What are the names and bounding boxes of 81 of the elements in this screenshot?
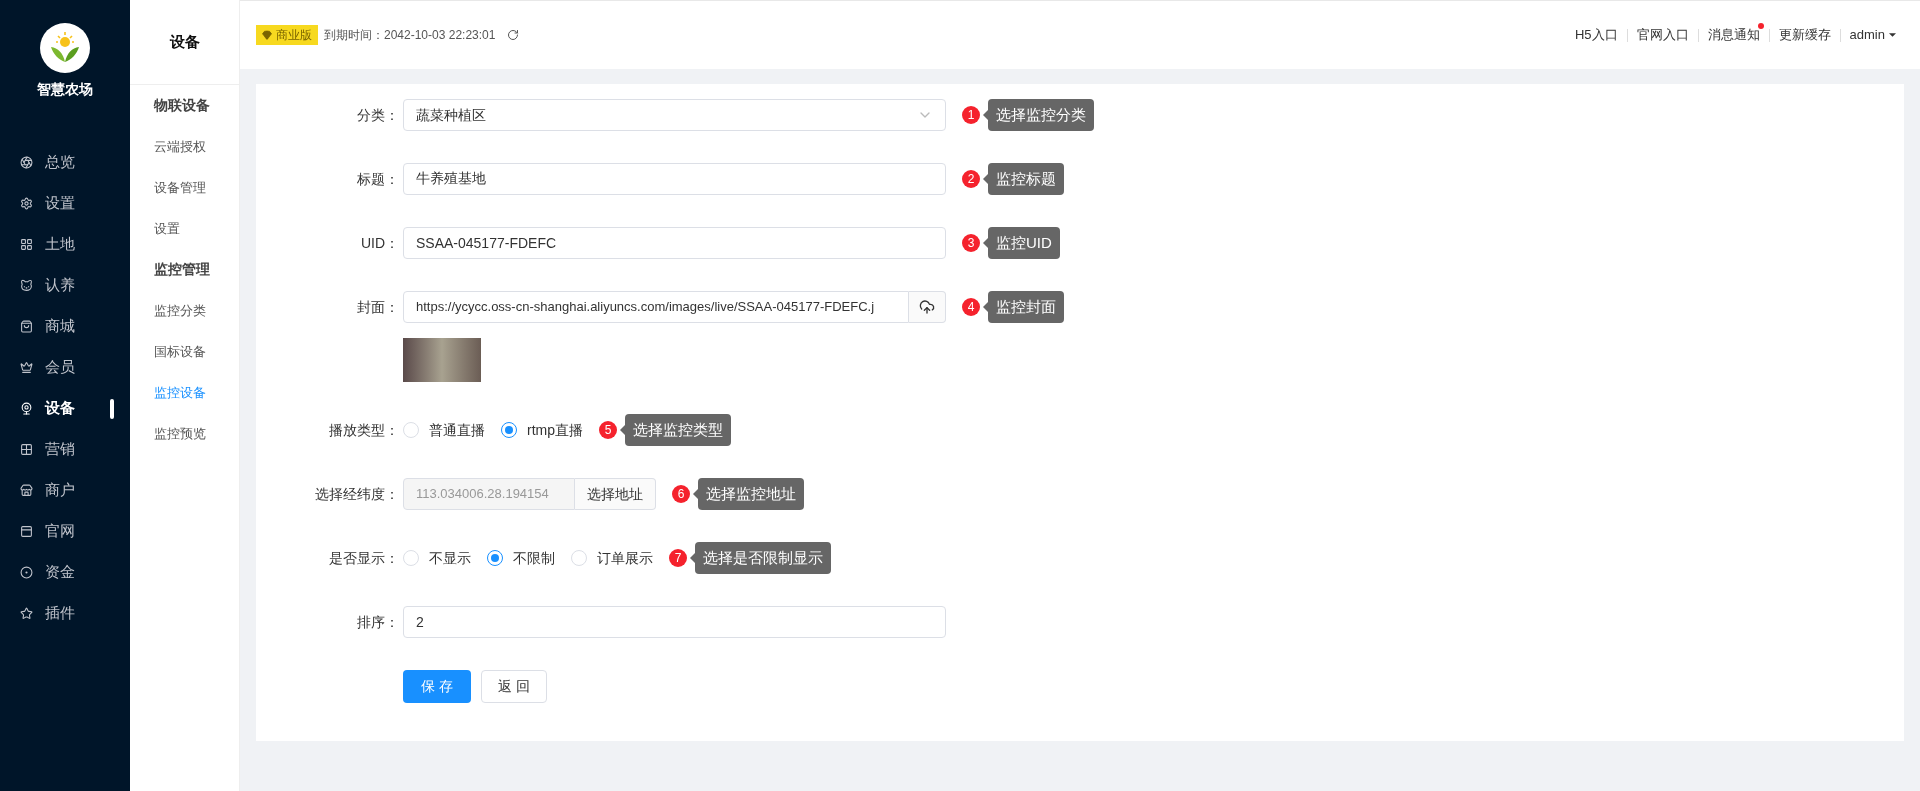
image-url-field[interactable]: https://ycycc.oss-cn-shanghai.aliyuncs.com/images/live/SSAA-045177-FDEFC.j bbox=[403, 291, 909, 323]
menu-group-title: 物联设备 bbox=[152, 96, 211, 115]
cloud-upload-icon bbox=[919, 299, 935, 315]
nav-item[interactable]: 资金 bbox=[0, 552, 130, 593]
nav-icon bbox=[20, 607, 33, 620]
nav-icon bbox=[20, 197, 33, 210]
sub-sidebar-title: 设备 bbox=[169, 31, 200, 52]
field-label: 是否显示： bbox=[328, 548, 400, 568]
step-number-badge: 7 bbox=[669, 549, 687, 567]
step-number-badge: 3 bbox=[962, 234, 980, 252]
nav-item[interactable]: 认养 bbox=[0, 265, 130, 306]
step-number-badge: 4 bbox=[962, 298, 980, 316]
step-number-badge: 1 bbox=[962, 106, 980, 124]
submenu-item[interactable]: 设备管理 bbox=[130, 167, 239, 208]
radio-option[interactable]: 不限制 bbox=[487, 547, 555, 569]
radio-option[interactable]: 普通直播 bbox=[403, 419, 485, 441]
diamond-icon bbox=[262, 30, 272, 40]
hint-tooltip: 选择监控类型 bbox=[625, 414, 731, 446]
brand-name: 智慧农场 bbox=[37, 80, 93, 99]
field-label: 选择经纬度： bbox=[314, 484, 400, 504]
hint-tooltip: 选择监控分类 bbox=[988, 99, 1094, 131]
nav-icon bbox=[20, 443, 33, 456]
radio-option[interactable]: 不显示 bbox=[403, 547, 471, 569]
nav-item[interactable]: 设置 bbox=[0, 183, 130, 224]
choose-address-button[interactable]: 选择地址 bbox=[575, 478, 656, 510]
submenu-item[interactable]: 设置 bbox=[130, 208, 239, 249]
field-label: 标题： bbox=[356, 169, 400, 189]
nav-icon bbox=[20, 279, 33, 292]
expiry-time: 到期时间：2042-10-03 22:23:01 bbox=[324, 27, 496, 44]
nav-item[interactable]: 商城 bbox=[0, 306, 130, 347]
text-input-field[interactable]: 牛养殖基地 bbox=[403, 163, 946, 195]
nav-icon bbox=[20, 566, 33, 579]
submenu-item[interactable]: 国标设备 bbox=[130, 331, 239, 372]
submenu-item[interactable]: 云端授权 bbox=[130, 126, 239, 167]
nav-icon bbox=[20, 320, 33, 333]
radio-option[interactable]: 订单展示 bbox=[571, 547, 653, 569]
step-number-badge: 6 bbox=[672, 485, 690, 503]
field-label: 封面： bbox=[356, 298, 400, 317]
field-label: 播放类型： bbox=[328, 420, 400, 440]
top-link[interactable]: 更新缓存 bbox=[1769, 25, 1840, 45]
user-menu[interactable]: admin bbox=[1840, 25, 1904, 45]
nav-item[interactable]: 官网 bbox=[0, 511, 130, 552]
nav-icon bbox=[20, 238, 33, 251]
submenu-item[interactable]: 监控预览 bbox=[130, 413, 239, 454]
menu-group-title: 监控管理 bbox=[153, 260, 211, 279]
hint-tooltip: 监控封面 bbox=[988, 291, 1064, 323]
step-number-badge: 2 bbox=[962, 170, 980, 188]
top-link[interactable]: 消息通知 bbox=[1698, 25, 1769, 45]
edition-badge: 商业版 bbox=[256, 25, 318, 45]
hint-tooltip: 选择监控地址 bbox=[698, 478, 804, 510]
nav-item[interactable]: 总览 bbox=[0, 142, 130, 183]
text-input-field[interactable]: 2 bbox=[403, 606, 946, 638]
hint-tooltip: 监控UID bbox=[988, 227, 1060, 259]
caret-icon bbox=[1889, 33, 1896, 37]
nav-item[interactable]: 插件 bbox=[0, 593, 130, 634]
field-label: UID： bbox=[359, 233, 400, 253]
nav-item[interactable]: 会员 bbox=[0, 347, 130, 388]
field-label: 分类： bbox=[356, 105, 400, 125]
nav-icon bbox=[20, 484, 33, 497]
nav-icon bbox=[20, 361, 33, 374]
category-select[interactable]: 蔬菜种植区 bbox=[403, 99, 946, 131]
radio-option[interactable]: rtmp直播 bbox=[501, 419, 583, 441]
nav-item[interactable]: 设备 bbox=[0, 388, 130, 429]
top-link[interactable]: H5入口 bbox=[1565, 25, 1627, 45]
nav-item[interactable]: 营销 bbox=[0, 429, 130, 470]
step-number-badge: 5 bbox=[599, 421, 617, 439]
nav-icon bbox=[20, 402, 33, 415]
refresh-icon[interactable] bbox=[507, 29, 520, 41]
top-link[interactable]: 官网入口 bbox=[1627, 25, 1698, 45]
hint-tooltip: 选择是否限制显示 bbox=[695, 542, 831, 574]
nav-item[interactable]: 商户 bbox=[0, 470, 130, 511]
nav-item[interactable]: 土地 bbox=[0, 224, 130, 265]
nav-icon bbox=[20, 525, 33, 538]
hint-tooltip: 监控标题 bbox=[988, 163, 1064, 195]
submenu-item[interactable]: 监控分类 bbox=[130, 290, 239, 331]
field-label: 排序： bbox=[356, 612, 400, 632]
upload-button[interactable] bbox=[909, 291, 946, 323]
text-input-field[interactable]: SSAA-045177-FDEFC bbox=[403, 227, 946, 259]
logo-icon bbox=[40, 23, 90, 73]
back-button[interactable]: 返 回 bbox=[480, 670, 547, 703]
nav-icon bbox=[20, 156, 33, 169]
